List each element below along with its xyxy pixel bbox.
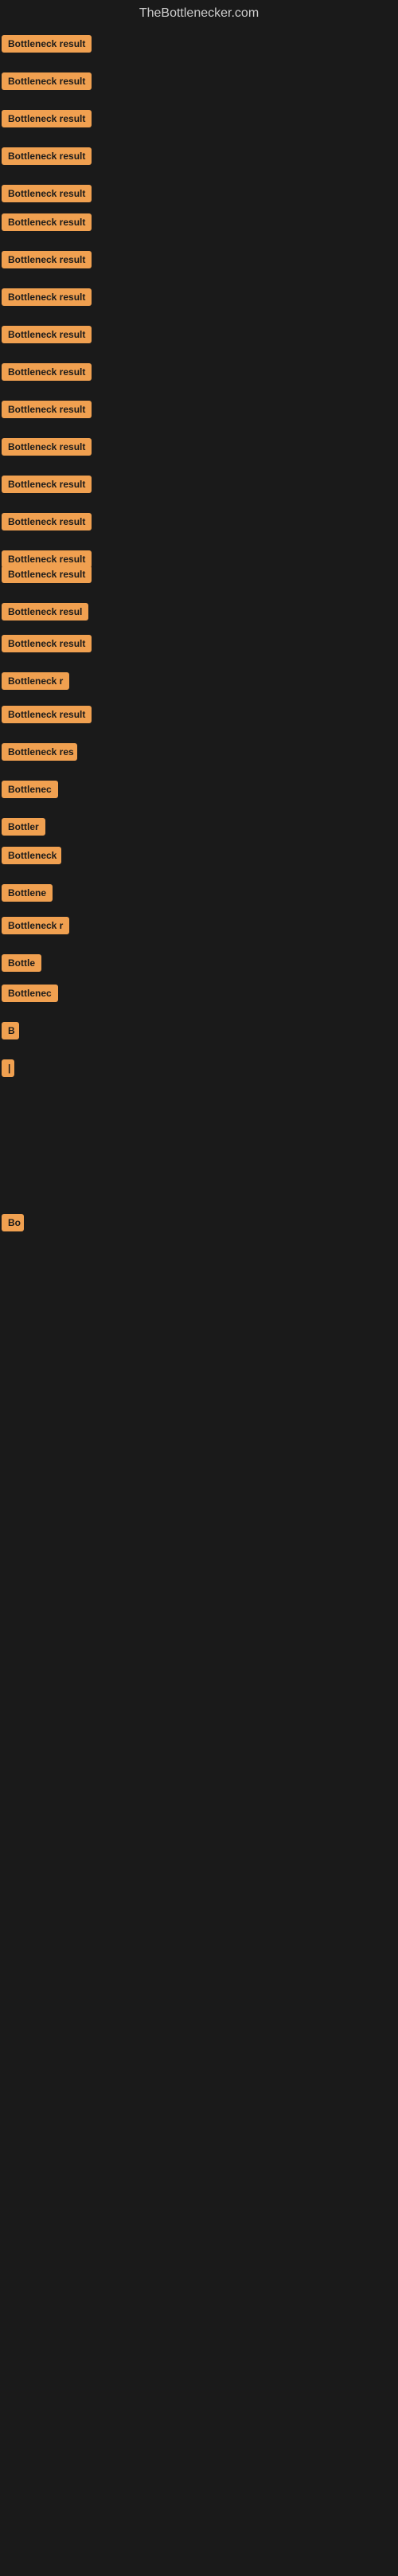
list-item[interactable]: Bottleneck result <box>2 438 92 460</box>
list-item[interactable]: Bottleneck result <box>2 110 92 131</box>
list-item[interactable]: Bottleneck result <box>2 513 92 534</box>
bottleneck-result-badge[interactable]: Bottleneck result <box>2 251 92 268</box>
bottleneck-result-badge[interactable]: Bottleneck result <box>2 566 92 583</box>
bottleneck-result-badge[interactable]: Bottleneck result <box>2 213 92 231</box>
list-item[interactable]: Bottleneck result <box>2 213 92 235</box>
bottleneck-result-badge[interactable]: Bottlenec <box>2 985 58 1002</box>
list-item[interactable]: Bottleneck result <box>2 706 92 727</box>
bottleneck-result-badge[interactable]: Bottleneck result <box>2 363 92 381</box>
list-item[interactable]: Bottle <box>2 954 41 976</box>
bottleneck-result-badge[interactable]: Bottleneck r <box>2 672 69 690</box>
bottleneck-result-badge[interactable]: Bottle <box>2 954 41 972</box>
list-item[interactable]: Bottleneck <box>2 847 61 868</box>
bottleneck-result-badge[interactable]: Bottleneck result <box>2 401 92 418</box>
bottleneck-result-badge[interactable]: Bottleneck result <box>2 185 92 202</box>
list-item[interactable]: Bottleneck result <box>2 72 92 94</box>
bottleneck-result-badge[interactable]: Bottlene <box>2 884 53 902</box>
bottleneck-result-badge[interactable]: Bottlenec <box>2 781 58 798</box>
bottleneck-result-badge[interactable]: | <box>2 1059 14 1077</box>
bottleneck-result-badge[interactable]: Bottler <box>2 818 45 836</box>
bottleneck-result-badge[interactable]: Bottleneck result <box>2 72 92 90</box>
list-item[interactable]: Bottleneck result <box>2 251 92 272</box>
list-item[interactable]: Bottleneck result <box>2 185 92 206</box>
list-item[interactable]: Bottleneck result <box>2 35 92 57</box>
bottleneck-result-badge[interactable]: Bottleneck result <box>2 635 92 652</box>
bottleneck-result-badge[interactable]: Bottleneck result <box>2 35 92 53</box>
bottleneck-result-badge[interactable]: Bottleneck result <box>2 288 92 306</box>
list-item[interactable]: Bottlenec <box>2 781 58 802</box>
bottleneck-result-badge[interactable]: Bottleneck resul <box>2 603 88 621</box>
bottleneck-result-badge[interactable]: Bottleneck result <box>2 476 92 493</box>
bottleneck-result-badge[interactable]: Bottleneck result <box>2 326 92 343</box>
bottleneck-result-badge[interactable]: Bottleneck result <box>2 706 92 723</box>
bottleneck-result-badge[interactable]: Bottleneck <box>2 847 61 864</box>
list-item[interactable]: Bottleneck result <box>2 147 92 169</box>
list-item[interactable]: Bottlene <box>2 884 53 906</box>
list-item[interactable]: Bottleneck result <box>2 288 92 310</box>
list-item[interactable]: B <box>2 1022 19 1043</box>
list-item[interactable]: Bottleneck result <box>2 635 92 656</box>
list-item[interactable]: Bo <box>2 1214 24 1235</box>
site-title: TheBottlenecker.com <box>0 0 398 27</box>
list-item[interactable]: Bottleneck result <box>2 566 92 587</box>
bottleneck-result-badge[interactable]: Bottleneck res <box>2 743 77 761</box>
list-item[interactable]: Bottleneck result <box>2 401 92 422</box>
list-item[interactable]: | <box>2 1059 13 1081</box>
list-item[interactable]: Bottleneck resul <box>2 603 88 624</box>
bottleneck-result-badge[interactable]: Bottleneck r <box>2 917 69 934</box>
bottleneck-result-badge[interactable]: Bo <box>2 1214 24 1231</box>
bottleneck-result-badge[interactable]: Bottleneck result <box>2 110 92 127</box>
bottleneck-result-badge[interactable]: Bottleneck result <box>2 513 92 530</box>
list-item[interactable]: Bottleneck result <box>2 476 92 497</box>
list-item[interactable]: Bottleneck result <box>2 363 92 385</box>
bottleneck-result-badge[interactable]: Bottleneck result <box>2 147 92 165</box>
list-item[interactable]: Bottlenec <box>2 985 58 1006</box>
list-item[interactable]: Bottler <box>2 818 45 840</box>
list-item[interactable]: Bottleneck result <box>2 326 92 347</box>
list-item[interactable]: Bottleneck r <box>2 672 69 694</box>
bottleneck-result-badge[interactable]: Bottleneck result <box>2 438 92 456</box>
bottleneck-result-badge[interactable]: B <box>2 1022 19 1039</box>
list-item[interactable]: Bottleneck res <box>2 743 77 765</box>
list-item[interactable]: Bottleneck r <box>2 917 69 938</box>
